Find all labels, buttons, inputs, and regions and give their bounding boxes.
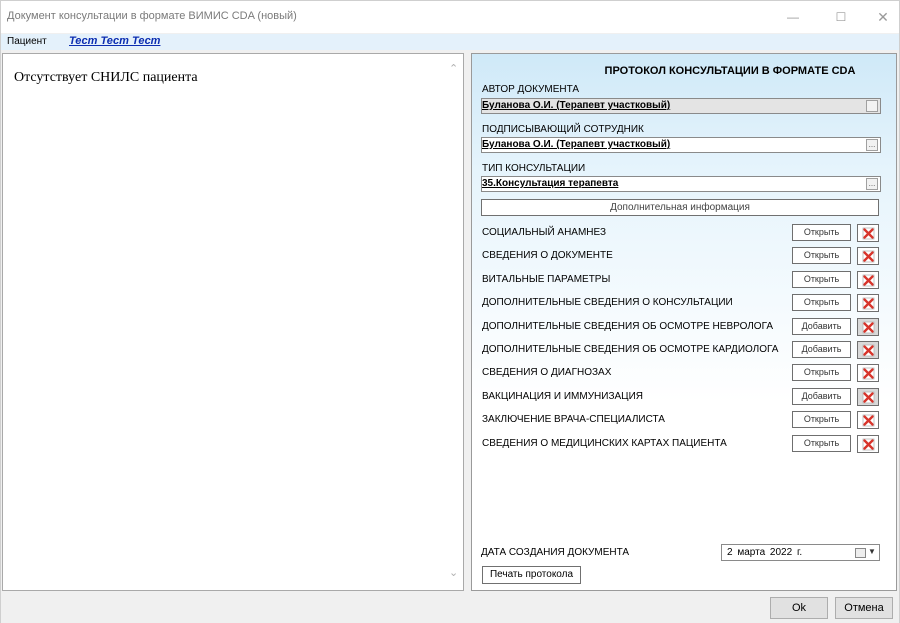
section-row: ЗАКЛЮЧЕНИЕ ВРАЧА-СПЕЦИАЛИСТА Открыть — [482, 411, 882, 430]
section-action-button[interactable]: Открыть — [792, 247, 851, 265]
section-row: ДОПОЛНИТЕЛЬНЫЕ СВЕДЕНИЯ ОБ ОСМОТРЕ НЕВРО… — [482, 317, 882, 336]
section-delete-button[interactable] — [857, 224, 879, 242]
patient-bar: Пациент Тест Тест Тест — [1, 34, 899, 50]
section-row: ДОПОЛНИТЕЛЬНЫЕ СВЕДЕНИЯ О КОНСУЛЬТАЦИИ От… — [482, 294, 882, 313]
section-action-button[interactable]: Открыть — [792, 364, 851, 382]
delete-cross-icon — [862, 227, 875, 240]
section-row: СВЕДЕНИЯ О МЕДИЦИНСКИХ КАРТАХ ПАЦИЕНТА От… — [482, 434, 882, 453]
section-row: СВЕДЕНИЯ О ДИАГНОЗАХ Открыть — [482, 364, 882, 383]
section-label: СВЕДЕНИЯ О ДИАГНОЗАХ — [482, 367, 612, 379]
section-delete-button[interactable] — [857, 411, 879, 430]
section-action-button[interactable]: Добавить — [792, 387, 851, 405]
section-delete-button[interactable] — [857, 247, 879, 266]
section-action-button[interactable]: Добавить — [792, 341, 851, 358]
calendar-icon[interactable] — [855, 548, 866, 558]
validation-message-panel: Отсутствует СНИЛС пациента ⌃ ⌄ — [2, 53, 464, 591]
delete-cross-icon — [862, 367, 875, 380]
section-label: ДОПОЛНИТЕЛЬНЫЕ СВЕДЕНИЯ О КОНСУЛЬТАЦИИ — [482, 297, 733, 309]
protocol-title: ПРОТОКОЛ КОНСУЛЬТАЦИИ В ФОРМАТЕ CDA — [604, 65, 856, 77]
signer-field[interactable]: Буланова О.И. (Терапевт участковый) ... — [481, 137, 881, 153]
section-delete-button[interactable] — [857, 317, 879, 336]
section-action-button[interactable]: Открыть — [792, 434, 851, 452]
section-delete-button[interactable] — [857, 387, 879, 406]
delete-cross-icon — [862, 438, 875, 450]
ok-button[interactable]: Ok — [770, 597, 828, 619]
section-label: ЗАКЛЮЧЕНИЕ ВРАЧА-СПЕЦИАЛИСТА — [482, 414, 665, 426]
scroll-down-arrow-icon[interactable]: ⌄ — [449, 566, 458, 579]
section-action-button[interactable]: Открыть — [792, 294, 851, 312]
author-label: АВТОР ДОКУМЕНТА — [482, 84, 580, 95]
delete-cross-icon — [862, 274, 875, 287]
maximize-button[interactable]: ☐ — [819, 1, 863, 33]
section-label: ДОПОЛНИТЕЛЬНЫЕ СВЕДЕНИЯ ОБ ОСМОТРЕ НЕВРО… — [482, 320, 773, 332]
delete-cross-icon — [862, 297, 875, 310]
creation-date-value: 2 марта 2022 г. — [727, 547, 803, 558]
section-action-button[interactable]: Открыть — [792, 411, 851, 429]
close-button[interactable]: ✕ — [861, 1, 900, 33]
cancel-button[interactable]: Отмена — [835, 597, 893, 619]
section-row: СОЦИАЛЬНЫЙ АНАМНЕЗ Открыть — [482, 224, 882, 242]
additional-info-button[interactable]: Дополнительная информация — [481, 199, 879, 216]
consult-type-value: 35.Консультация терапевта — [482, 178, 619, 189]
section-label: ВИТАЛЬНЫЕ ПАРАМЕТРЫ — [482, 273, 611, 285]
signer-select-button[interactable]: ... — [866, 139, 878, 151]
dropdown-arrow-icon[interactable]: ▼ — [868, 547, 876, 556]
delete-cross-icon — [862, 250, 875, 263]
section-label: СОЦИАЛЬНЫЙ АНАМНЕЗ — [482, 227, 607, 238]
section-delete-button[interactable] — [857, 294, 879, 313]
creation-date-picker[interactable]: 2 марта 2022 г. ▼ — [721, 544, 880, 561]
section-action-button[interactable]: Добавить — [792, 317, 851, 335]
minimize-button[interactable]: — — [771, 1, 815, 33]
author-field: Буланова О.И. (Терапевт участковый) — [481, 98, 881, 114]
patient-label: Пациент — [7, 36, 47, 47]
section-action-button[interactable]: Открыть — [792, 224, 851, 241]
author-value: Буланова О.И. (Терапевт участковый) — [482, 100, 671, 111]
signer-label: ПОДПИСЫВАЮЩИЙ СОТРУДНИК — [482, 124, 644, 135]
dialog-window: Документ консультации в формате ВИМИС CD… — [0, 0, 900, 623]
delete-cross-icon — [862, 391, 875, 404]
dialog-footer: Ok Отмена — [1, 593, 899, 623]
scroll-up-arrow-icon[interactable]: ⌃ — [449, 62, 458, 75]
section-label: СВЕДЕНИЯ О МЕДИЦИНСКИХ КАРТАХ ПАЦИЕНТА — [482, 437, 727, 449]
section-delete-button[interactable] — [857, 364, 879, 383]
section-delete-button[interactable] — [857, 341, 879, 359]
delete-cross-icon — [862, 321, 875, 333]
section-label: СВЕДЕНИЯ О ДОКУМЕНТЕ — [482, 250, 613, 262]
delete-cross-icon — [862, 414, 875, 427]
signer-value: Буланова О.И. (Терапевт участковый) — [482, 139, 671, 150]
window-title: Документ консультации в формате ВИМИС CD… — [7, 10, 297, 22]
protocol-panel: ПРОТОКОЛ КОНСУЛЬТАЦИИ В ФОРМАТЕ CDA АВТО… — [471, 53, 897, 591]
consult-type-label: ТИП КОНСУЛЬТАЦИИ — [482, 163, 586, 174]
section-label: ВАКЦИНАЦИЯ И ИММУНИЗАЦИЯ — [482, 390, 643, 402]
section-row: ВИТАЛЬНЫЕ ПАРАМЕТРЫ Открыть — [482, 270, 882, 289]
consult-type-field[interactable]: 35.Консультация терапевта ... — [481, 176, 881, 192]
print-protocol-button[interactable]: Печать протокола — [482, 566, 581, 584]
creation-date-label: ДАТА СОЗДАНИЯ ДОКУМЕНТА — [481, 547, 630, 558]
author-select-button — [866, 100, 878, 112]
patient-name-link[interactable]: Тест Тест Тест — [69, 35, 160, 47]
section-row: ДОПОЛНИТЕЛЬНЫЕ СВЕДЕНИЯ ОБ ОСМОТРЕ КАРДИ… — [482, 341, 882, 359]
section-row: СВЕДЕНИЯ О ДОКУМЕНТЕ Открыть — [482, 247, 882, 266]
delete-cross-icon — [862, 344, 875, 357]
consult-type-select-button[interactable]: ... — [866, 178, 878, 190]
title-bar: Документ консультации в формате ВИМИС CD… — [1, 1, 899, 33]
section-row: ВАКЦИНАЦИЯ И ИММУНИЗАЦИЯ Добавить — [482, 387, 882, 406]
section-action-button[interactable]: Открыть — [792, 270, 851, 288]
missing-snils-message: Отсутствует СНИЛС пациента — [14, 70, 198, 85]
section-delete-button[interactable] — [857, 270, 879, 289]
section-label: ДОПОЛНИТЕЛЬНЫЕ СВЕДЕНИЯ ОБ ОСМОТРЕ КАРДИ… — [482, 344, 779, 355]
section-delete-button[interactable] — [857, 434, 879, 453]
